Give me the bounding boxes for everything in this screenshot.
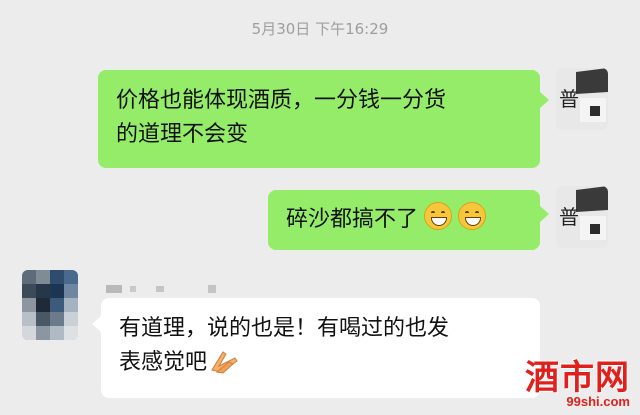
self-avatar[interactable]: 普 xyxy=(556,186,608,248)
praying-hands-icon xyxy=(211,351,238,374)
svg-text:普: 普 xyxy=(559,87,579,111)
outgoing-message-bubble[interactable]: 价格也能体现酒质，一分钱一分货 的道理不会变 xyxy=(98,70,540,168)
site-watermark: 酒市网 99shi.com xyxy=(525,360,630,409)
message-text: 碎沙都搞不了 xyxy=(286,207,419,232)
message-text-line: 价格也能体现酒质，一分钱一分货 xyxy=(116,88,447,113)
self-avatar[interactable]: 普 xyxy=(556,68,608,130)
incoming-message-bubble[interactable]: 有道理，说的也是！有喝过的也发 表感觉吧 xyxy=(101,298,540,398)
svg-text:普: 普 xyxy=(559,205,579,229)
sender-name-blurred xyxy=(96,280,226,293)
message-text-line: 的道理不会变 xyxy=(116,122,249,147)
watermark-logo-text: 酒市网 xyxy=(525,358,630,398)
bubble-tail xyxy=(540,206,549,222)
message-text-line: 表感觉吧 xyxy=(119,350,208,375)
message-timestamp: 5月30日 下午16:29 xyxy=(251,20,389,38)
grin-emoji-icon xyxy=(424,202,453,230)
bubble-tail xyxy=(540,92,549,108)
contact-avatar-blurred[interactable] xyxy=(22,270,78,340)
outgoing-message-bubble[interactable]: 碎沙都搞不了 xyxy=(268,190,540,250)
grin-emoji-icon xyxy=(458,202,487,230)
bubble-tail xyxy=(92,316,101,332)
message-text-line: 有道理，说的也是！有喝过的也发 xyxy=(119,316,450,341)
